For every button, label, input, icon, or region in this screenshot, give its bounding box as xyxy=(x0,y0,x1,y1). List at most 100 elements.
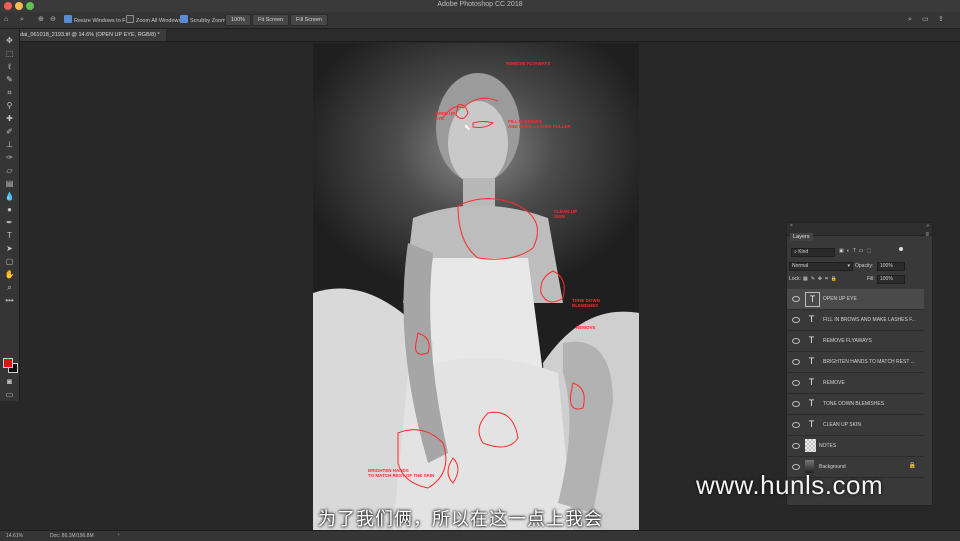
panel-menu-icon[interactable]: ≡ xyxy=(925,232,929,238)
document-canvas[interactable]: REMOVE FLYAWAYS OPEN UP EYE FILL IN BROW… xyxy=(313,43,639,530)
layer-row[interactable]: T TONE DOWN BLEMISHES xyxy=(787,394,924,415)
opacity-label: Opacity: xyxy=(855,263,874,269)
panel-expand-icon[interactable]: » xyxy=(926,223,929,229)
annotation-tone-down-blemishes: TONE DOWN BLEMISHES xyxy=(572,298,600,308)
zoom-100-button[interactable]: 100% xyxy=(225,14,252,26)
quick-select-tool-icon[interactable]: ✎ xyxy=(4,74,15,85)
brush-tool-icon[interactable]: ✐ xyxy=(4,126,15,137)
layer-name: TONE DOWN BLEMISHES xyxy=(823,401,885,407)
status-zoom[interactable]: 14.61% xyxy=(6,533,23,539)
video-subtitle: 为了我们俩，所以在这一点上我会 xyxy=(318,509,603,529)
text-layer-icon: T xyxy=(808,314,815,324)
search-icon[interactable]: ⌕ xyxy=(908,15,912,25)
document-tab-label: dai_061018_2193.tif @ 14.6% (OPEN UP EYE… xyxy=(20,32,160,38)
layer-name: FILL IN BROWS AND MAKE LASHES F... xyxy=(823,317,916,323)
status-bar: 14.61% Doc: 86.1M/196.8M › xyxy=(0,530,960,541)
lock-label: Lock: xyxy=(789,276,801,282)
layer-row[interactable]: T CLEAN UP SKIN xyxy=(787,415,924,436)
layer-name: CLEAN UP SKIN xyxy=(823,422,861,428)
type-tool-icon[interactable]: T xyxy=(4,230,15,241)
layer-row[interactable]: T REMOVE FLYAWAYS xyxy=(787,331,924,352)
layer-row[interactable]: NOTES xyxy=(787,436,924,457)
opacity-field[interactable]: 100% xyxy=(877,262,905,271)
visibility-eye-icon[interactable] xyxy=(792,338,800,344)
visibility-eye-icon[interactable] xyxy=(792,359,800,365)
shape-tool-icon[interactable]: ▢ xyxy=(4,256,15,267)
blur-tool-icon[interactable]: 💧 xyxy=(4,191,15,202)
visibility-eye-icon[interactable] xyxy=(792,401,800,407)
text-layer-icon: T xyxy=(808,419,815,429)
gradient-tool-icon[interactable]: ▤ xyxy=(4,178,15,189)
annotation-open-up-eye: OPEN UP EYE xyxy=(435,111,456,121)
blend-mode-select[interactable]: Normal ▾ xyxy=(789,262,853,271)
visibility-eye-icon[interactable] xyxy=(792,317,800,323)
lock-icons[interactable]: ▦✎✥⌗🔒 xyxy=(803,276,840,282)
document-tab-bar: dai_061018_2193.tif @ 14.6% (OPEN UP EYE… xyxy=(0,29,960,42)
annotation-remove-flyaways: REMOVE FLYAWAYS xyxy=(506,61,551,66)
layer-row[interactable]: T BRIGHTEN HANDS TO MATCH REST ... xyxy=(787,352,924,373)
text-layer-icon: T xyxy=(808,335,815,345)
home-icon[interactable]: ⌂ xyxy=(4,15,8,25)
options-bar: ⌂ ⌕ ⊕ ⊖ Resize Windows to Fit Zoom All W… xyxy=(0,12,960,29)
move-tool-icon[interactable]: ✥ xyxy=(4,35,15,46)
document-tab[interactable]: dai_061018_2193.tif @ 14.6% (OPEN UP EYE… xyxy=(20,29,166,41)
visibility-eye-icon[interactable] xyxy=(792,422,800,428)
filter-toggle-icon[interactable] xyxy=(899,247,903,251)
tab-layers[interactable]: Layers xyxy=(790,233,813,241)
clone-stamp-tool-icon[interactable]: ⊥ xyxy=(4,139,15,150)
share-icon[interactable]: ⇪ xyxy=(938,15,944,25)
crop-tool-icon[interactable]: ⌗ xyxy=(4,87,15,98)
collapse-panel-icon[interactable]: × xyxy=(790,223,793,229)
zoom-out-icon[interactable]: ⊖ xyxy=(50,15,56,25)
lasso-tool-icon[interactable]: ℓ xyxy=(4,61,15,72)
marquee-tool-icon[interactable]: ⬚ xyxy=(4,48,15,59)
zoom-in-icon[interactable]: ⊕ xyxy=(38,15,44,25)
window-title: Adobe Photoshop CC 2018 xyxy=(437,1,523,8)
text-layer-icon: T xyxy=(808,398,815,408)
screen-mode-icon[interactable]: ▭ xyxy=(4,389,15,400)
fill-label: Fill: xyxy=(867,276,875,282)
visibility-eye-icon[interactable] xyxy=(792,380,800,386)
layers-panel: × » Layers ≡ ⌕ Kind ▣◐T▭⬚ Normal ▾ Opacit… xyxy=(786,222,933,506)
eyedropper-tool-icon[interactable]: ⚲ xyxy=(4,100,15,111)
status-doc-size[interactable]: Doc: 86.1M/196.8M xyxy=(50,533,94,539)
fill-screen-button[interactable]: Fill Screen xyxy=(290,14,328,26)
text-layer-icon: T xyxy=(808,377,815,387)
scrubby-zoom-checkbox[interactable]: Scrubby Zoom xyxy=(180,15,226,25)
fill-field[interactable]: 100% xyxy=(877,275,905,284)
hand-tool-icon[interactable]: ✋ xyxy=(4,269,15,280)
filter-icons[interactable]: ▣◐T▭⬚ xyxy=(839,248,874,254)
lock-icon: 🔒 xyxy=(908,463,916,469)
pen-tool-icon[interactable]: ✒ xyxy=(4,217,15,228)
eraser-tool-icon[interactable]: ▱ xyxy=(4,165,15,176)
zoom-all-windows-checkbox[interactable]: Zoom All Windows xyxy=(126,15,181,25)
visibility-eye-icon[interactable] xyxy=(792,443,800,449)
text-layer-icon: T xyxy=(805,292,820,307)
visibility-eye-icon[interactable] xyxy=(792,296,800,302)
workspace-icon[interactable]: ▭ xyxy=(922,15,929,25)
resize-windows-checkbox[interactable]: Resize Windows to Fit xyxy=(64,15,128,25)
layer-row[interactable]: T OPEN UP EYE xyxy=(787,289,924,310)
dress-bodice xyxy=(413,258,543,373)
healing-brush-tool-icon[interactable]: ✚ xyxy=(4,113,15,124)
zoom-tool-preset-icon[interactable]: ⌕ xyxy=(20,15,24,25)
layer-row[interactable]: T FILL IN BROWS AND MAKE LASHES F... xyxy=(787,310,924,331)
layer-row[interactable]: T REMOVE xyxy=(787,373,924,394)
quick-mask-icon[interactable]: ◙ xyxy=(4,376,15,387)
text-layer-icon: T xyxy=(808,356,815,366)
layer-filter-kind[interactable]: ⌕ Kind xyxy=(791,248,835,257)
annotation-remove: REMOVE xyxy=(576,325,596,330)
transparent-thumbnail-icon xyxy=(805,439,816,452)
foreground-color-swatch[interactable] xyxy=(3,358,13,368)
face-shape xyxy=(448,101,508,185)
more-tools-icon[interactable]: ••• xyxy=(4,295,15,306)
history-brush-tool-icon[interactable]: ✑ xyxy=(4,152,15,163)
zoom-tool-icon[interactable]: ⌕ xyxy=(4,282,15,293)
photo-content xyxy=(313,73,639,530)
chevron-down-icon: ▾ xyxy=(847,263,850,269)
path-select-tool-icon[interactable]: ➤ xyxy=(4,243,15,254)
layer-name: BRIGHTEN HANDS TO MATCH REST ... xyxy=(823,359,915,365)
status-chevron-icon[interactable]: › xyxy=(118,532,120,538)
dodge-tool-icon[interactable]: ● xyxy=(4,204,15,215)
fit-screen-button[interactable]: Fit Screen xyxy=(252,14,290,26)
